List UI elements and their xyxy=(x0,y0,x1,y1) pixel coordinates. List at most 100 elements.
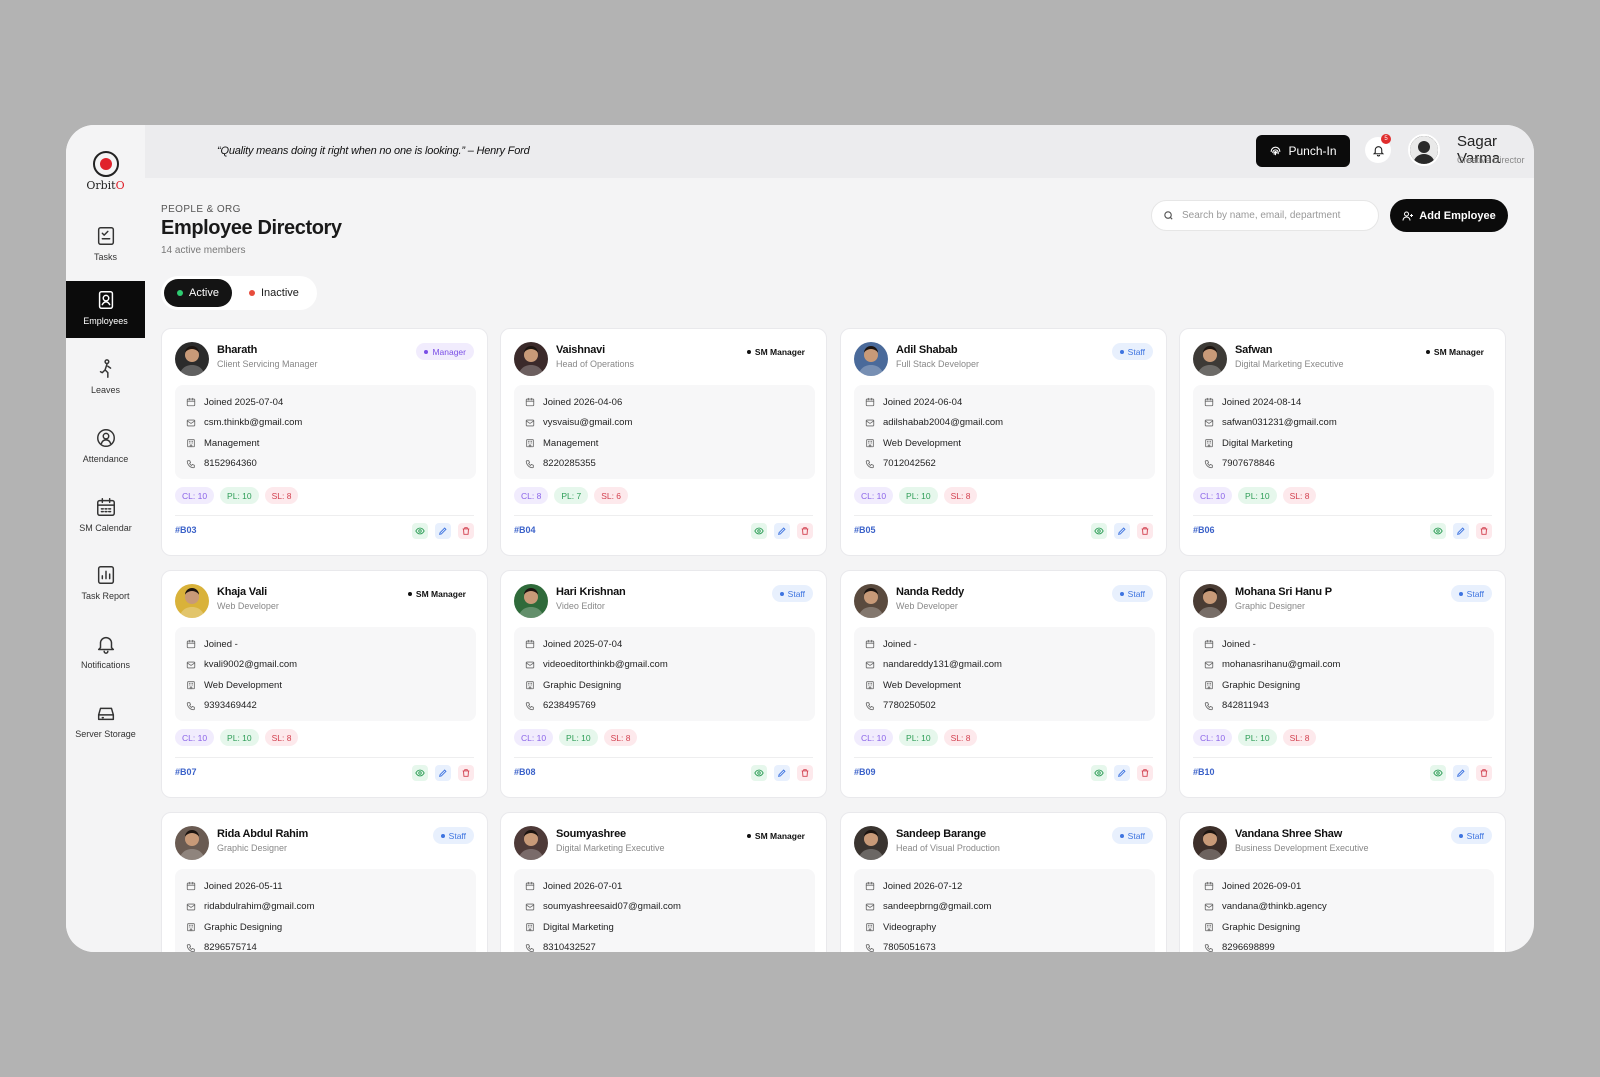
sidebar-item-sm-calendar[interactable]: SM Calendar xyxy=(66,488,145,545)
phone-icon xyxy=(525,460,534,468)
phone-icon xyxy=(865,944,874,952)
employee-card[interactable]: Adil Shabab Full Stack Developer Staff J… xyxy=(840,328,1167,556)
employee-name[interactable]: Safwan xyxy=(1235,344,1273,356)
sidebar-item-task-report[interactable]: Task Report xyxy=(66,556,145,613)
sidebar-item-attendance[interactable]: Attendance xyxy=(66,419,145,476)
sick-leave-pill: SL: 8 xyxy=(1282,729,1317,746)
employee-card[interactable]: Vaishnavi Head of Operations SM Manager … xyxy=(500,328,827,556)
delete-button[interactable] xyxy=(1137,765,1153,781)
delete-button[interactable] xyxy=(458,523,474,539)
employee-id: #B08 xyxy=(514,767,536,777)
punch-in-button[interactable]: Punch-In xyxy=(1256,135,1350,167)
delete-button[interactable] xyxy=(458,765,474,781)
search-box[interactable] xyxy=(1151,200,1379,231)
department-row: Graphic Designing xyxy=(186,917,465,938)
employee-name[interactable]: Hari Krishnan xyxy=(556,586,626,598)
building-icon xyxy=(187,439,195,448)
edit-button[interactable] xyxy=(435,523,451,539)
employee-name[interactable]: Nanda Reddy xyxy=(896,586,964,598)
employee-name[interactable]: Bharath xyxy=(217,344,257,356)
employee-name[interactable]: Vandana Shree Shaw xyxy=(1235,828,1342,840)
trash-icon xyxy=(1141,527,1149,535)
employee-card[interactable]: Soumyashree Digital Marketing Executive … xyxy=(500,812,827,952)
sidebar-item-leaves[interactable]: Leaves xyxy=(66,350,145,407)
sick-leave-pill: SL: 8 xyxy=(1282,487,1317,504)
employee-role: Head of Visual Production xyxy=(896,843,1000,853)
employee-card[interactable]: Hari Krishnan Video Editor Staff Joined … xyxy=(500,570,827,798)
view-button[interactable] xyxy=(412,523,428,539)
add-employee-button[interactable]: Add Employee xyxy=(1390,199,1508,232)
phone-icon xyxy=(1204,944,1213,952)
employee-avatar xyxy=(514,584,548,618)
sidebar-item-notifications[interactable]: Notifications xyxy=(66,625,145,682)
trash-icon xyxy=(462,769,470,777)
edit-button[interactable] xyxy=(1114,765,1130,781)
employee-name[interactable]: Khaja Vali xyxy=(217,586,267,598)
employee-card[interactable]: Vandana Shree Shaw Business Development … xyxy=(1179,812,1506,952)
sidebar-item-server-storage[interactable]: Server Storage xyxy=(66,694,145,751)
department-row: Digital Marketing xyxy=(1204,433,1483,454)
tab-active[interactable]: Active xyxy=(164,279,232,307)
employee-role: Web Developer xyxy=(217,601,279,611)
employee-email: csm.thinkb@gmail.com xyxy=(204,417,303,429)
employee-info: Joined 2025-07-04 videoeditorthinkb@gmai… xyxy=(514,627,815,721)
edit-button[interactable] xyxy=(435,765,451,781)
employee-name[interactable]: Vaishnavi xyxy=(556,344,605,356)
view-button[interactable] xyxy=(412,765,428,781)
app-logo[interactable]: OrbitO xyxy=(66,151,145,192)
employee-name[interactable]: Sandeep Barange xyxy=(896,828,986,840)
view-button[interactable] xyxy=(1430,523,1446,539)
view-button[interactable] xyxy=(751,765,767,781)
sick-leave-pill: SL: 8 xyxy=(943,729,978,746)
view-button[interactable] xyxy=(1430,765,1446,781)
leaves-icon xyxy=(99,359,111,378)
role-badge: SM Manager xyxy=(400,585,474,602)
employee-name[interactable]: Soumyashree xyxy=(556,828,626,840)
edit-button[interactable] xyxy=(1114,523,1130,539)
employee-name[interactable]: Adil Shabab xyxy=(896,344,958,356)
employee-card[interactable]: Bharath Client Servicing Manager Manager… xyxy=(161,328,488,556)
employee-card[interactable]: Sandeep Barange Head of Visual Productio… xyxy=(840,812,1167,952)
employee-card[interactable]: Rida Abdul Rahim Graphic Designer Staff … xyxy=(161,812,488,952)
view-button[interactable] xyxy=(751,523,767,539)
delete-button[interactable] xyxy=(797,523,813,539)
sidebar-item-tasks[interactable]: Tasks xyxy=(66,217,145,274)
edit-button[interactable] xyxy=(1453,765,1469,781)
employee-avatar-image xyxy=(1197,346,1223,376)
joined-row: Joined 2026-07-01 xyxy=(525,876,804,897)
card-divider xyxy=(1193,757,1492,758)
tab-inactive[interactable]: Inactive xyxy=(236,279,312,307)
joined-date: Joined 2024-08-14 xyxy=(1222,396,1302,408)
delete-button[interactable] xyxy=(1476,765,1492,781)
leave-balances: CL: 10 PL: 10 SL: 8 xyxy=(514,729,638,746)
employee-info: Joined - mohanasrihanu@gmail.com Graphic… xyxy=(1193,627,1494,721)
card-actions xyxy=(412,523,474,539)
sidebar-item-employees[interactable]: Employees xyxy=(66,281,145,338)
bell-icon xyxy=(97,636,114,654)
employee-card[interactable]: Khaja Vali Web Developer SM Manager Join… xyxy=(161,570,488,798)
casual-leave-pill: CL: 8 xyxy=(514,487,549,504)
phone-icon xyxy=(1204,460,1213,468)
employee-card[interactable]: Mohana Sri Hanu P Graphic Designer Staff… xyxy=(1179,570,1506,798)
edit-button[interactable] xyxy=(774,523,790,539)
search-input[interactable] xyxy=(1182,210,1372,221)
view-button[interactable] xyxy=(1091,523,1107,539)
delete-button[interactable] xyxy=(1476,523,1492,539)
edit-button[interactable] xyxy=(1453,523,1469,539)
employee-email: safwan031231@gmail.com xyxy=(1222,417,1337,429)
sick-leave-pill: SL: 8 xyxy=(264,487,299,504)
employee-name[interactable]: Mohana Sri Hanu P xyxy=(1235,586,1332,598)
role-badge: SM Manager xyxy=(1418,343,1492,360)
phone-row: 7780250502 xyxy=(865,696,1144,717)
card-actions xyxy=(1430,765,1492,781)
delete-button[interactable] xyxy=(1137,523,1153,539)
view-button[interactable] xyxy=(1091,765,1107,781)
user-avatar[interactable] xyxy=(1408,134,1440,166)
delete-button[interactable] xyxy=(797,765,813,781)
employee-card[interactable]: Safwan Digital Marketing Executive SM Ma… xyxy=(1179,328,1506,556)
employee-card[interactable]: Nanda Reddy Web Developer Staff Joined -… xyxy=(840,570,1167,798)
employee-name[interactable]: Rida Abdul Rahim xyxy=(217,828,308,840)
edit-button[interactable] xyxy=(774,765,790,781)
employee-phone: 8152964360 xyxy=(204,458,257,470)
notifications-button[interactable]: 5 xyxy=(1365,134,1391,163)
